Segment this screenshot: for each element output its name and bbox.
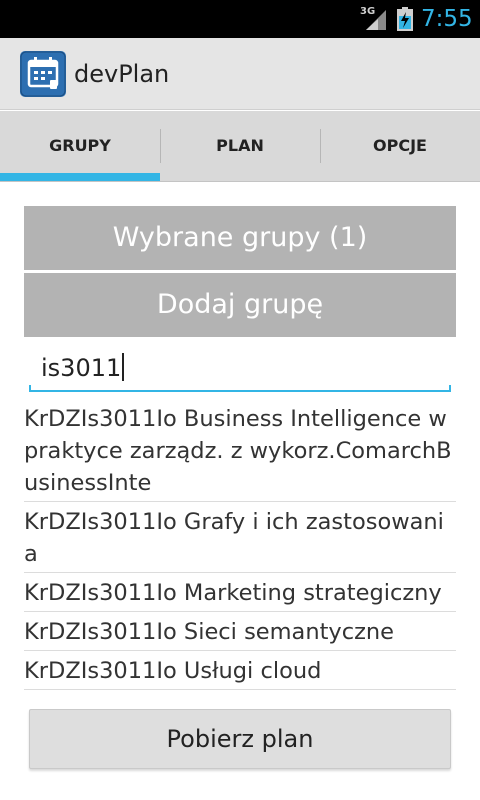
battery-charging-icon — [397, 7, 413, 31]
search-results-list[interactable]: KrDZIs3011Io Business Intelligence w pra… — [24, 399, 456, 695]
tab-plan[interactable]: PLAN — [160, 111, 320, 181]
signal-icon: 3G — [360, 6, 388, 32]
input-underline-tick — [449, 385, 451, 392]
text-cursor — [122, 353, 125, 381]
list-item[interactable]: KrDZIs3011Io Business Intelligence w pra… — [24, 399, 456, 502]
selected-tab-indicator — [0, 173, 160, 181]
tab-opcje[interactable]: OPCJE — [320, 111, 480, 181]
action-bar: devPlan — [0, 38, 480, 110]
list-item[interactable]: KrDZIs3011Io Marketing strategiczny — [24, 573, 456, 612]
app-title: devPlan — [74, 60, 170, 88]
group-search-input[interactable]: is3011 — [29, 346, 451, 392]
list-item[interactable]: KrDZIs3011Io Grafy i ich zastosowania — [24, 502, 456, 573]
selected-groups-button[interactable]: Wybrane grupy (1) — [24, 206, 456, 270]
list-item[interactable]: KrDZIs3011Io Sieci semantyczne — [24, 612, 456, 651]
calendar-icon[interactable] — [20, 51, 66, 97]
status-bar: 3G 7:55 — [0, 0, 480, 38]
clock: 7:55 — [421, 6, 473, 32]
tab-bar: GRUPY PLAN OPCJE — [0, 111, 480, 182]
tab-grupy[interactable]: GRUPY — [0, 111, 160, 181]
list-item[interactable]: KrDZIs3011Io Usługi cloud — [24, 651, 456, 690]
add-group-button[interactable]: Dodaj grupę — [24, 273, 456, 337]
download-plan-button[interactable]: Pobierz plan — [29, 709, 451, 769]
search-input-value[interactable]: is3011 — [41, 352, 125, 384]
input-underline-tick — [29, 385, 31, 392]
main-content: Wybrane grupy (1) Dodaj grupę is3011 KrD… — [0, 182, 480, 800]
input-underline — [29, 390, 451, 392]
